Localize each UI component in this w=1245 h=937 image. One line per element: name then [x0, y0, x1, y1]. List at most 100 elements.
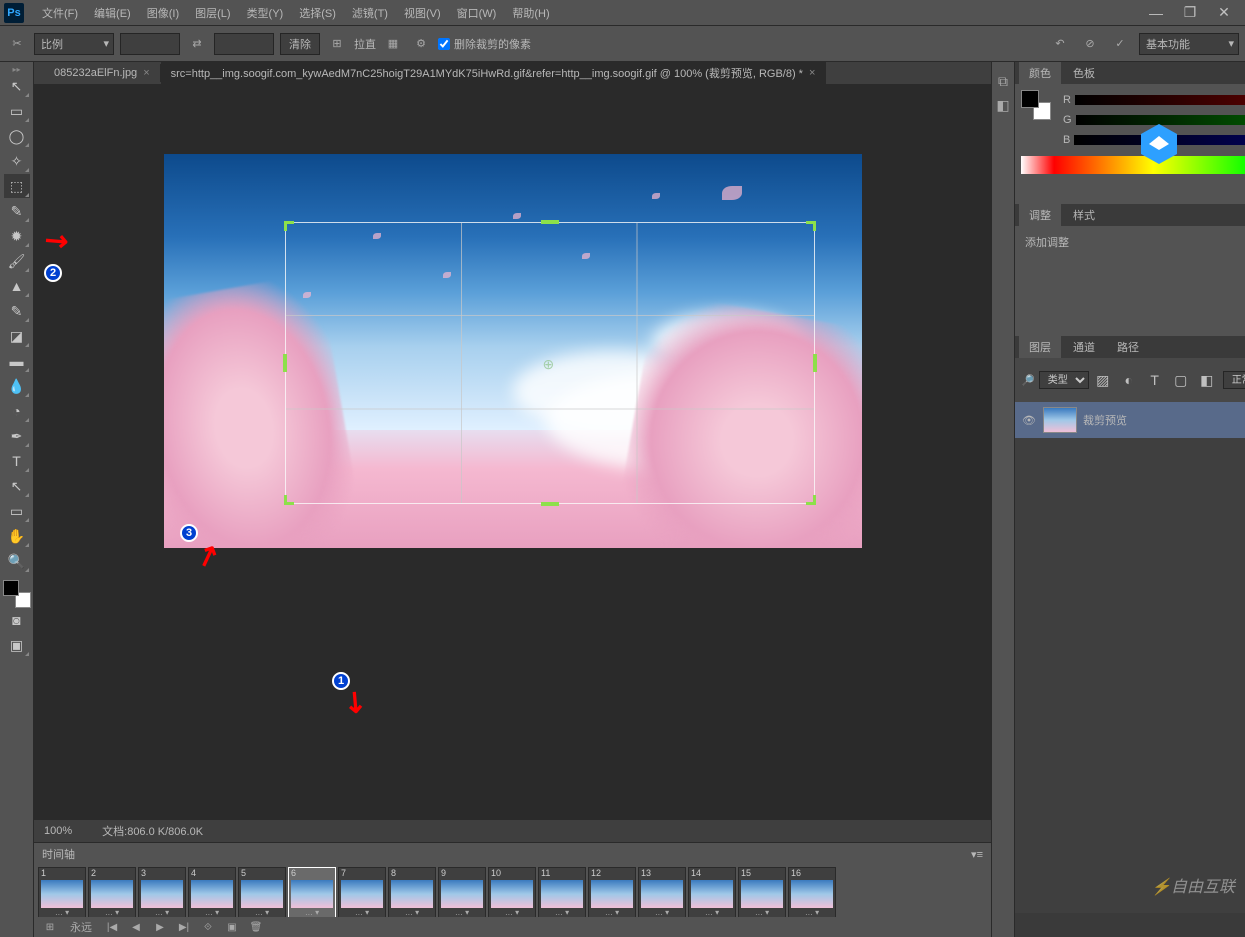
blur-tool[interactable]: 💧 [4, 374, 30, 398]
paths-tab[interactable]: 路径 [1107, 336, 1149, 358]
canvas-area[interactable]: ↘ 2 3 ↗ 1 ↘ [34, 84, 991, 820]
color-fg-bg[interactable] [1021, 90, 1051, 120]
eraser-tool[interactable]: ◪ [4, 324, 30, 348]
timeline-mode-icon[interactable]: ⊞ [40, 919, 60, 935]
lasso-tool[interactable]: ◯ [4, 124, 30, 148]
close-button[interactable]: ✕ [1207, 2, 1241, 24]
filter-pixel-icon[interactable]: ▨ [1093, 371, 1113, 389]
menu-layer[interactable]: 图层(L) [187, 1, 238, 25]
dodge-tool[interactable]: ◔ [4, 399, 30, 423]
tab-close-icon[interactable]: × [143, 67, 149, 79]
crop-handle-t[interactable] [541, 220, 559, 224]
crop-width-input[interactable] [120, 33, 180, 55]
crop-handle-b[interactable] [541, 502, 559, 506]
swatches-tab[interactable]: 色板 [1063, 62, 1105, 84]
blend-mode-select[interactable]: 正常 [1223, 371, 1245, 389]
canvas-image[interactable] [164, 154, 862, 548]
timeline-frame[interactable]: 13… ▾ [638, 867, 686, 917]
delete-frame-button[interactable]: 🗑 [246, 919, 266, 935]
timeline-frame[interactable]: 9… ▾ [438, 867, 486, 917]
prev-frame-button[interactable]: ◀ [126, 919, 146, 935]
quickmask-tool[interactable]: ◙ [4, 608, 30, 632]
shape-tool[interactable]: ▭ [4, 499, 30, 523]
filter-smart-icon[interactable]: ◧ [1197, 371, 1217, 389]
menu-window[interactable]: 窗口(W) [449, 1, 505, 25]
crop-handle-r[interactable] [813, 354, 817, 372]
color-tab[interactable]: 颜色 [1019, 62, 1061, 84]
overlay-options-icon[interactable]: ▦ [382, 33, 404, 55]
delete-cropped-checkbox[interactable]: 删除裁剪的像素 [438, 36, 531, 52]
history-brush-tool[interactable]: ✎ [4, 299, 30, 323]
timeline-frame[interactable]: 10… ▾ [488, 867, 536, 917]
swap-dimensions-icon[interactable]: ⇄ [186, 33, 208, 55]
crop-handle-l[interactable] [283, 354, 287, 372]
menu-filter[interactable]: 滤镜(T) [344, 1, 396, 25]
foreground-background-colors[interactable] [3, 580, 31, 608]
channels-tab[interactable]: 通道 [1063, 336, 1105, 358]
styles-tab[interactable]: 样式 [1063, 204, 1105, 226]
clear-button[interactable]: 清除 [280, 33, 320, 55]
layer-visibility-icon[interactable]: 👁 [1021, 414, 1037, 427]
filter-shape-icon[interactable]: ▢ [1171, 371, 1191, 389]
timeline-frame[interactable]: 11… ▾ [538, 867, 586, 917]
layer-name[interactable]: 裁剪预览 [1083, 412, 1127, 428]
type-tool[interactable]: T [4, 449, 30, 473]
reset-icon[interactable]: ↶ [1049, 33, 1071, 55]
gradient-tool[interactable]: ▬ [4, 349, 30, 373]
timeline-frame[interactable]: 8… ▾ [388, 867, 436, 917]
timeline-frame[interactable]: 3… ▾ [138, 867, 186, 917]
zoom-tool[interactable]: 🔍 [4, 549, 30, 573]
stamp-tool[interactable]: ▲ [4, 274, 30, 298]
properties-panel-icon[interactable]: ◧ [992, 94, 1014, 116]
layers-tab[interactable]: 图层 [1019, 336, 1061, 358]
crop-tool[interactable]: ⬚ [4, 174, 30, 198]
timeline-frame[interactable]: 5… ▾ [238, 867, 286, 917]
filter-adjust-icon[interactable]: ◐ [1119, 371, 1139, 389]
document-info[interactable]: 文档:806.0 K/806.0K [102, 823, 203, 839]
hand-tool[interactable]: ✋ [4, 524, 30, 548]
loop-select[interactable]: 永远 [64, 919, 98, 935]
maximize-button[interactable]: ❐ [1173, 2, 1207, 24]
move-tool[interactable]: ↖ [4, 74, 30, 98]
timeline-frame[interactable]: 1… ▾ [38, 867, 86, 917]
menu-type[interactable]: 类型(Y) [239, 1, 292, 25]
timeline-frame[interactable]: 12… ▾ [588, 867, 636, 917]
timeline-menu-icon[interactable]: ▾≡ [971, 848, 983, 861]
cancel-crop-icon[interactable]: ⊘ [1079, 33, 1101, 55]
crop-handle-br[interactable] [806, 495, 816, 505]
straighten-icon[interactable]: ⊞ [326, 33, 348, 55]
menu-view[interactable]: 视图(V) [396, 1, 449, 25]
foreground-swatch[interactable] [3, 580, 19, 596]
tab-close-icon[interactable]: × [809, 67, 815, 79]
duplicate-frame-button[interactable]: ▣ [222, 919, 242, 935]
menu-help[interactable]: 帮助(H) [504, 1, 557, 25]
crop-box[interactable] [285, 222, 815, 504]
timeline-frame[interactable]: 2… ▾ [88, 867, 136, 917]
color-ramp[interactable] [1021, 156, 1245, 174]
layer-kind-filter[interactable]: 类型 [1039, 371, 1089, 389]
eyedropper-tool[interactable]: ✎ [4, 199, 30, 223]
timeline-frame[interactable]: 15… ▾ [738, 867, 786, 917]
crop-handle-tr[interactable] [806, 221, 816, 231]
timeline-frame[interactable]: 6… ▾ [288, 867, 336, 917]
screenmode-tool[interactable]: ▣ [4, 633, 30, 657]
timeline-frame[interactable]: 16… ▾ [788, 867, 836, 917]
brush-tool[interactable]: 🖌 [4, 249, 30, 273]
history-panel-icon[interactable]: ⧉ [992, 70, 1014, 92]
menu-file[interactable]: 文件(F) [34, 1, 86, 25]
filter-type-icon[interactable]: T [1145, 371, 1165, 389]
next-frame-button[interactable]: ▶| [174, 919, 194, 935]
tween-button[interactable]: ⟐ [198, 919, 218, 935]
crop-preset-select[interactable]: 比例 [34, 33, 114, 55]
layer-item[interactable]: 👁 裁剪预览 [1015, 402, 1245, 438]
healing-brush-tool[interactable]: ✹ [4, 224, 30, 248]
crop-handle-tl[interactable] [284, 221, 294, 231]
first-frame-button[interactable]: |◀ [102, 919, 122, 935]
layer-thumbnail[interactable] [1043, 407, 1077, 433]
r-slider[interactable] [1075, 95, 1245, 105]
document-tab-1[interactable]: 085232aElFn.jpg × [44, 64, 161, 82]
path-selection-tool[interactable]: ↖ [4, 474, 30, 498]
play-button[interactable]: ▶ [150, 919, 170, 935]
workspace-select[interactable]: 基本功能 [1139, 33, 1239, 55]
adjustments-tab[interactable]: 调整 [1019, 204, 1061, 226]
